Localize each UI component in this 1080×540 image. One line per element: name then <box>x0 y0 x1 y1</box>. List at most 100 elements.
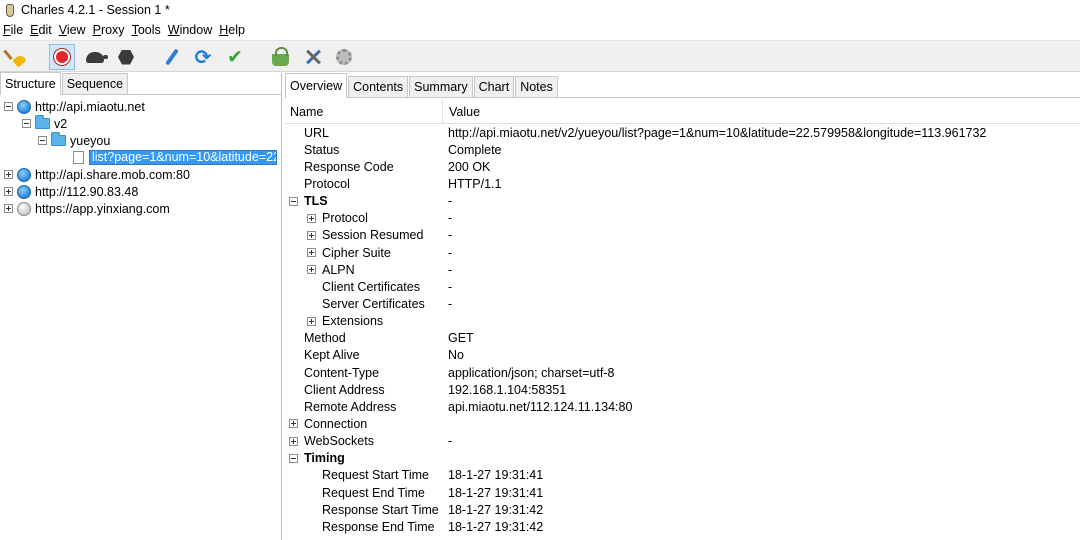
collapse-icon[interactable] <box>4 102 13 111</box>
collapse-icon[interactable] <box>289 196 298 206</box>
tree-item-label: https://app.yinxiang.com <box>35 201 170 216</box>
table-row[interactable]: Session Resumed - <box>285 227 1080 244</box>
menu-proxy[interactable]: Proxy <box>90 23 127 37</box>
row-value: application/json; charset=utf-8 <box>448 365 615 380</box>
menu-help[interactable]: Help <box>216 23 247 37</box>
row-name: WebSockets <box>304 434 374 449</box>
table-row[interactable]: Request Start Time 18-1-27 19:31:41 <box>285 467 1080 484</box>
table-row[interactable]: Cipher Suite - <box>285 244 1080 261</box>
row-value: GET <box>448 331 474 346</box>
table-row[interactable]: Response Code 200 OK <box>285 158 1080 175</box>
menu-view[interactable]: View <box>56 23 88 37</box>
table-row[interactable]: Method GET <box>285 330 1080 347</box>
tree-item-label: v2 <box>54 116 68 131</box>
row-value: Complete <box>448 142 502 157</box>
clear-session-button[interactable] <box>4 44 30 70</box>
expand-icon[interactable] <box>289 436 298 446</box>
table-row[interactable]: Extensions <box>285 313 1080 330</box>
collapse-icon[interactable] <box>38 136 47 145</box>
tree-item-host[interactable]: https://app.yinxiang.com <box>0 200 281 217</box>
record-button[interactable] <box>49 44 75 70</box>
table-row[interactable]: Protocol HTTP/1.1 <box>285 175 1080 192</box>
row-name: Content-Type <box>304 365 380 380</box>
table-row[interactable]: Protocol - <box>285 210 1080 227</box>
row-name: Protocol <box>322 211 368 226</box>
tab-chart[interactable]: Chart <box>473 76 515 97</box>
table-row-group[interactable]: Timing <box>285 450 1080 467</box>
table-row-group[interactable]: TLS - <box>285 193 1080 210</box>
tab-summary[interactable]: Summary <box>409 76 473 97</box>
validate-button[interactable]: ✔ <box>222 44 248 70</box>
tree-item-folder[interactable]: v2 <box>0 115 281 132</box>
expand-icon[interactable] <box>4 187 13 196</box>
breakpoints-button[interactable] <box>113 44 139 70</box>
expand-icon[interactable] <box>307 230 316 240</box>
table-row[interactable]: Response Start Time 18-1-27 19:31:42 <box>285 501 1080 518</box>
table-row[interactable]: Content-Type application/json; charset=ut… <box>285 364 1080 381</box>
tree-item-request-selected[interactable]: list?page=1&num=10&latitude=22.579958&lo… <box>0 149 281 166</box>
row-name: TLS <box>304 194 328 209</box>
table-row[interactable]: Kept Alive No <box>285 347 1080 364</box>
table-row[interactable]: Response End Time 18-1-27 19:31:42 <box>285 518 1080 535</box>
menu-edit[interactable]: Edit <box>27 23 54 37</box>
table-row[interactable]: Status Complete <box>285 141 1080 158</box>
row-value: - <box>448 434 453 449</box>
table-row[interactable]: Client Address 192.168.1.104:58351 <box>285 381 1080 398</box>
row-value: http://api.miaotu.net/v2/yueyou/list?pag… <box>448 125 987 140</box>
settings-gear-icon <box>336 49 352 65</box>
table-row-group[interactable]: WebSockets - <box>285 433 1080 450</box>
tree-item-folder[interactable]: yueyou <box>0 132 281 149</box>
table-row[interactable]: Client Certificates - <box>285 278 1080 295</box>
tree-item-label: list?page=1&num=10&latitude=22.579958&lo… <box>89 150 277 165</box>
folder-icon <box>51 132 66 146</box>
row-name: Client Address <box>304 382 385 397</box>
collapse-icon[interactable] <box>289 453 298 463</box>
tab-contents[interactable]: Contents <box>348 76 409 97</box>
table-row[interactable]: Request End Time 18-1-27 19:31:41 <box>285 484 1080 501</box>
table-row[interactable]: URL http://api.miaotu.net/v2/yueyou/list?… <box>285 124 1080 141</box>
collapse-icon[interactable] <box>22 119 31 128</box>
row-name: Response End Time <box>322 519 435 534</box>
expand-icon[interactable] <box>307 213 316 223</box>
expand-icon[interactable] <box>307 316 316 326</box>
tree-item-host[interactable]: http://112.90.83.48 <box>0 183 281 200</box>
expand-icon[interactable] <box>4 170 13 179</box>
tools-button[interactable] <box>300 44 326 70</box>
menu-file[interactable]: File <box>0 23 25 37</box>
expand-icon[interactable] <box>307 265 316 275</box>
row-value: No <box>448 348 464 363</box>
left-tab-bar: Structure Sequence <box>0 72 281 95</box>
tab-overview[interactable]: Overview <box>285 73 348 98</box>
menu-window[interactable]: Window <box>165 23 214 37</box>
tab-sequence[interactable]: Sequence <box>61 73 129 94</box>
basket-button[interactable] <box>267 44 293 70</box>
throttle-button[interactable] <box>82 44 108 70</box>
menu-tools[interactable]: Tools <box>129 23 163 37</box>
tree-item-host[interactable]: http://api.miaotu.net <box>0 98 281 115</box>
row-value: 18-1-27 19:31:41 <box>448 485 544 500</box>
row-value: api.miaotu.net/112.124.11.134:80 <box>448 399 633 414</box>
structure-panel: Structure Sequence http://api.miaotu.net… <box>0 72 282 540</box>
column-header-name[interactable]: Name <box>285 100 443 123</box>
row-value: - <box>448 228 453 243</box>
tab-notes[interactable]: Notes <box>515 76 558 97</box>
expand-icon[interactable] <box>289 419 298 429</box>
secure-host-icon <box>17 201 31 216</box>
table-row[interactable]: Remote Address api.miaotu.net/112.124.11.… <box>285 398 1080 415</box>
tree-item-host[interactable]: http://api.share.mob.com:80 <box>0 166 281 183</box>
table-row[interactable]: Server Certificates - <box>285 295 1080 312</box>
expand-icon[interactable] <box>4 204 13 213</box>
settings-button[interactable] <box>331 44 357 70</box>
tab-structure[interactable]: Structure <box>0 72 61 95</box>
row-name: Status <box>304 142 340 157</box>
row-name: Protocol <box>304 176 350 191</box>
tree-item-label: http://112.90.83.48 <box>35 184 139 199</box>
repeat-button[interactable]: ⟳ <box>190 44 216 70</box>
compose-pen-icon <box>165 48 179 66</box>
table-row[interactable]: ALPN - <box>285 261 1080 278</box>
column-header-value[interactable]: Value <box>443 100 480 123</box>
expand-icon[interactable] <box>307 248 316 258</box>
compose-button[interactable] <box>159 44 185 70</box>
breakpoints-hexagon-icon <box>118 49 134 65</box>
table-row-group[interactable]: Connection <box>285 415 1080 432</box>
